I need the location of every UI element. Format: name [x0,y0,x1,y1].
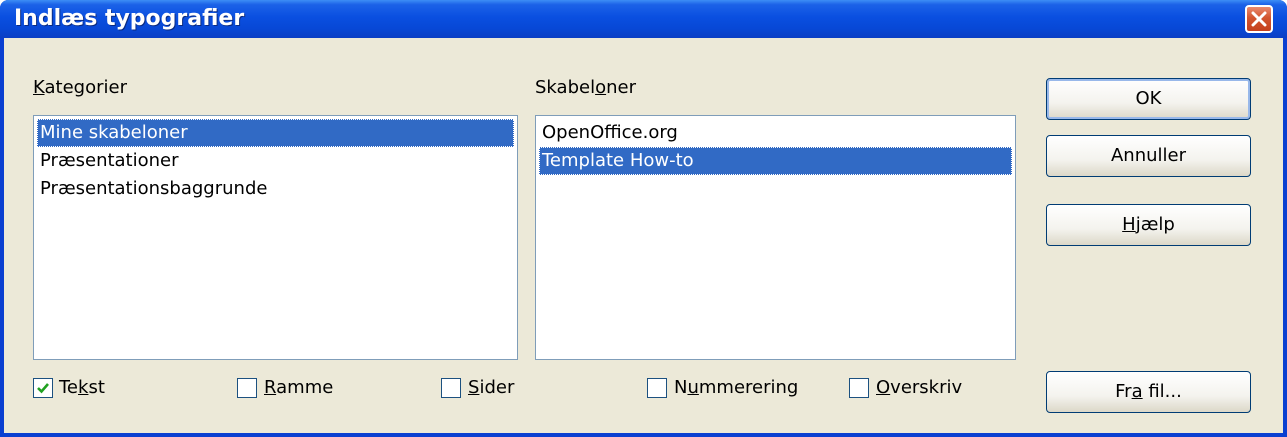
cancel-button[interactable]: Annuller [1046,135,1251,177]
skabeloner-list[interactable]: OpenOffice.org Template How-to [535,115,1016,360]
from-file-button[interactable]: Fra fil... [1046,371,1251,413]
overskriv-label[interactable]: Overskriv [876,377,962,398]
nummerering-checkbox[interactable] [647,378,667,398]
sider-checkbox[interactable] [441,378,461,398]
close-icon [1251,11,1267,27]
title-bar[interactable]: Indlæs typografier [0,0,1287,38]
help-button[interactable]: Hjælp [1046,204,1251,246]
list-item-openoffice[interactable]: OpenOffice.org [539,119,678,147]
dialog-window: Indlæs typografier Kategorier Mine skabe… [0,0,1287,437]
close-button[interactable] [1245,5,1273,33]
list-item-praesentationsbaggrunde[interactable]: Præsentationsbaggrunde [37,175,267,203]
list-item-template-howto[interactable]: Template How-to [539,147,1012,175]
check-icon [37,383,49,394]
dialog-body: Kategorier Mine skabeloner Præsentatione… [4,38,1283,433]
ramme-checkbox[interactable] [237,378,257,398]
tekst-label[interactable]: Tekst [59,377,105,398]
list-item-praesentationer[interactable]: Præsentationer [37,147,179,175]
ok-button[interactable]: OK [1046,78,1251,120]
list-item-mine-skabeloner[interactable]: Mine skabeloner [37,119,514,147]
skabeloner-label: Skabeloner [535,77,636,98]
kategorier-list[interactable]: Mine skabeloner Præsentationer Præsentat… [33,115,518,360]
ramme-label[interactable]: Ramme [264,377,333,398]
nummerering-label[interactable]: Nummerering [674,377,798,398]
sider-label[interactable]: Sider [468,377,514,398]
overskriv-checkbox[interactable] [849,378,869,398]
kategorier-label: Kategorier [33,77,127,98]
window-title: Indlæs typografier [14,6,245,31]
tekst-checkbox[interactable] [33,378,53,398]
